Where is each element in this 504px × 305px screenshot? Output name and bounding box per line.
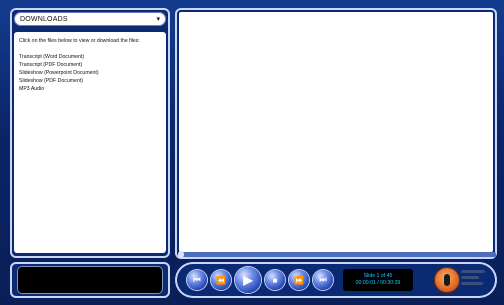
- file-link-transcript-pdf[interactable]: Transcript (PDF Document): [19, 61, 161, 69]
- next-button[interactable]: ⏩: [289, 270, 309, 290]
- seek-bar[interactable]: [178, 251, 496, 258]
- downloads-file-list: Click on the files below to view or down…: [14, 32, 166, 253]
- seek-thumb[interactable]: [178, 251, 184, 258]
- downloads-panel: DOWNLOADS ▾ Click on the files below to …: [10, 8, 170, 258]
- chevron-down-icon: ▾: [156, 15, 160, 23]
- caption-display: [17, 266, 163, 294]
- brand-text-line: [461, 282, 483, 285]
- player-frame: DOWNLOADS ▾ Click on the files below to …: [0, 0, 504, 305]
- brand-logo-icon: [435, 268, 459, 292]
- rewind-icon: ⏮: [193, 275, 201, 284]
- downloads-instructions: Click on the files below to view or down…: [19, 38, 140, 44]
- playback-controls: ⏮ ⏪ ▶ ■ ⏩ ⏭ Slide 1 of 45 00:00:01 / 00:…: [175, 262, 497, 298]
- file-link-transcript-word[interactable]: Transcript (Word Document): [19, 53, 161, 61]
- status-display: Slide 1 of 45 00:00:01 / 00:30:39: [343, 269, 413, 291]
- caption-panel: [10, 262, 170, 298]
- file-link-slideshow-pdf[interactable]: Slideshow (PDF Document): [19, 77, 161, 85]
- fast-forward-icon: ⏭: [319, 275, 327, 284]
- file-link-slideshow-powerpoint[interactable]: Slideshow (Powerpoint Document): [19, 69, 161, 77]
- play-button[interactable]: ▶: [235, 267, 261, 293]
- brand-logo-text: [461, 270, 485, 285]
- file-link-mp3-audio[interactable]: MP3 Audio: [19, 85, 161, 93]
- viewer-panel: [175, 8, 497, 259]
- previous-button[interactable]: ⏪: [211, 270, 231, 290]
- stop-icon: ■: [272, 275, 278, 285]
- downloads-dropdown-label: DOWNLOADS: [20, 15, 68, 23]
- play-icon: ▶: [243, 273, 253, 287]
- slide-viewer: [179, 12, 493, 252]
- brand-area: [435, 266, 489, 294]
- downloads-dropdown[interactable]: DOWNLOADS ▾: [14, 12, 166, 26]
- brand-text-line: [461, 276, 479, 279]
- next-icon: ⏩: [294, 275, 304, 285]
- brand-text-line: [461, 270, 485, 273]
- time-readout: 00:00:01 / 00:30:39: [355, 280, 401, 286]
- rewind-button[interactable]: ⏮: [187, 270, 207, 290]
- slide-counter: Slide 1 of 45: [363, 273, 393, 279]
- stop-button[interactable]: ■: [265, 270, 285, 290]
- fast-forward-button[interactable]: ⏭: [313, 270, 333, 290]
- previous-icon: ⏪: [216, 275, 226, 285]
